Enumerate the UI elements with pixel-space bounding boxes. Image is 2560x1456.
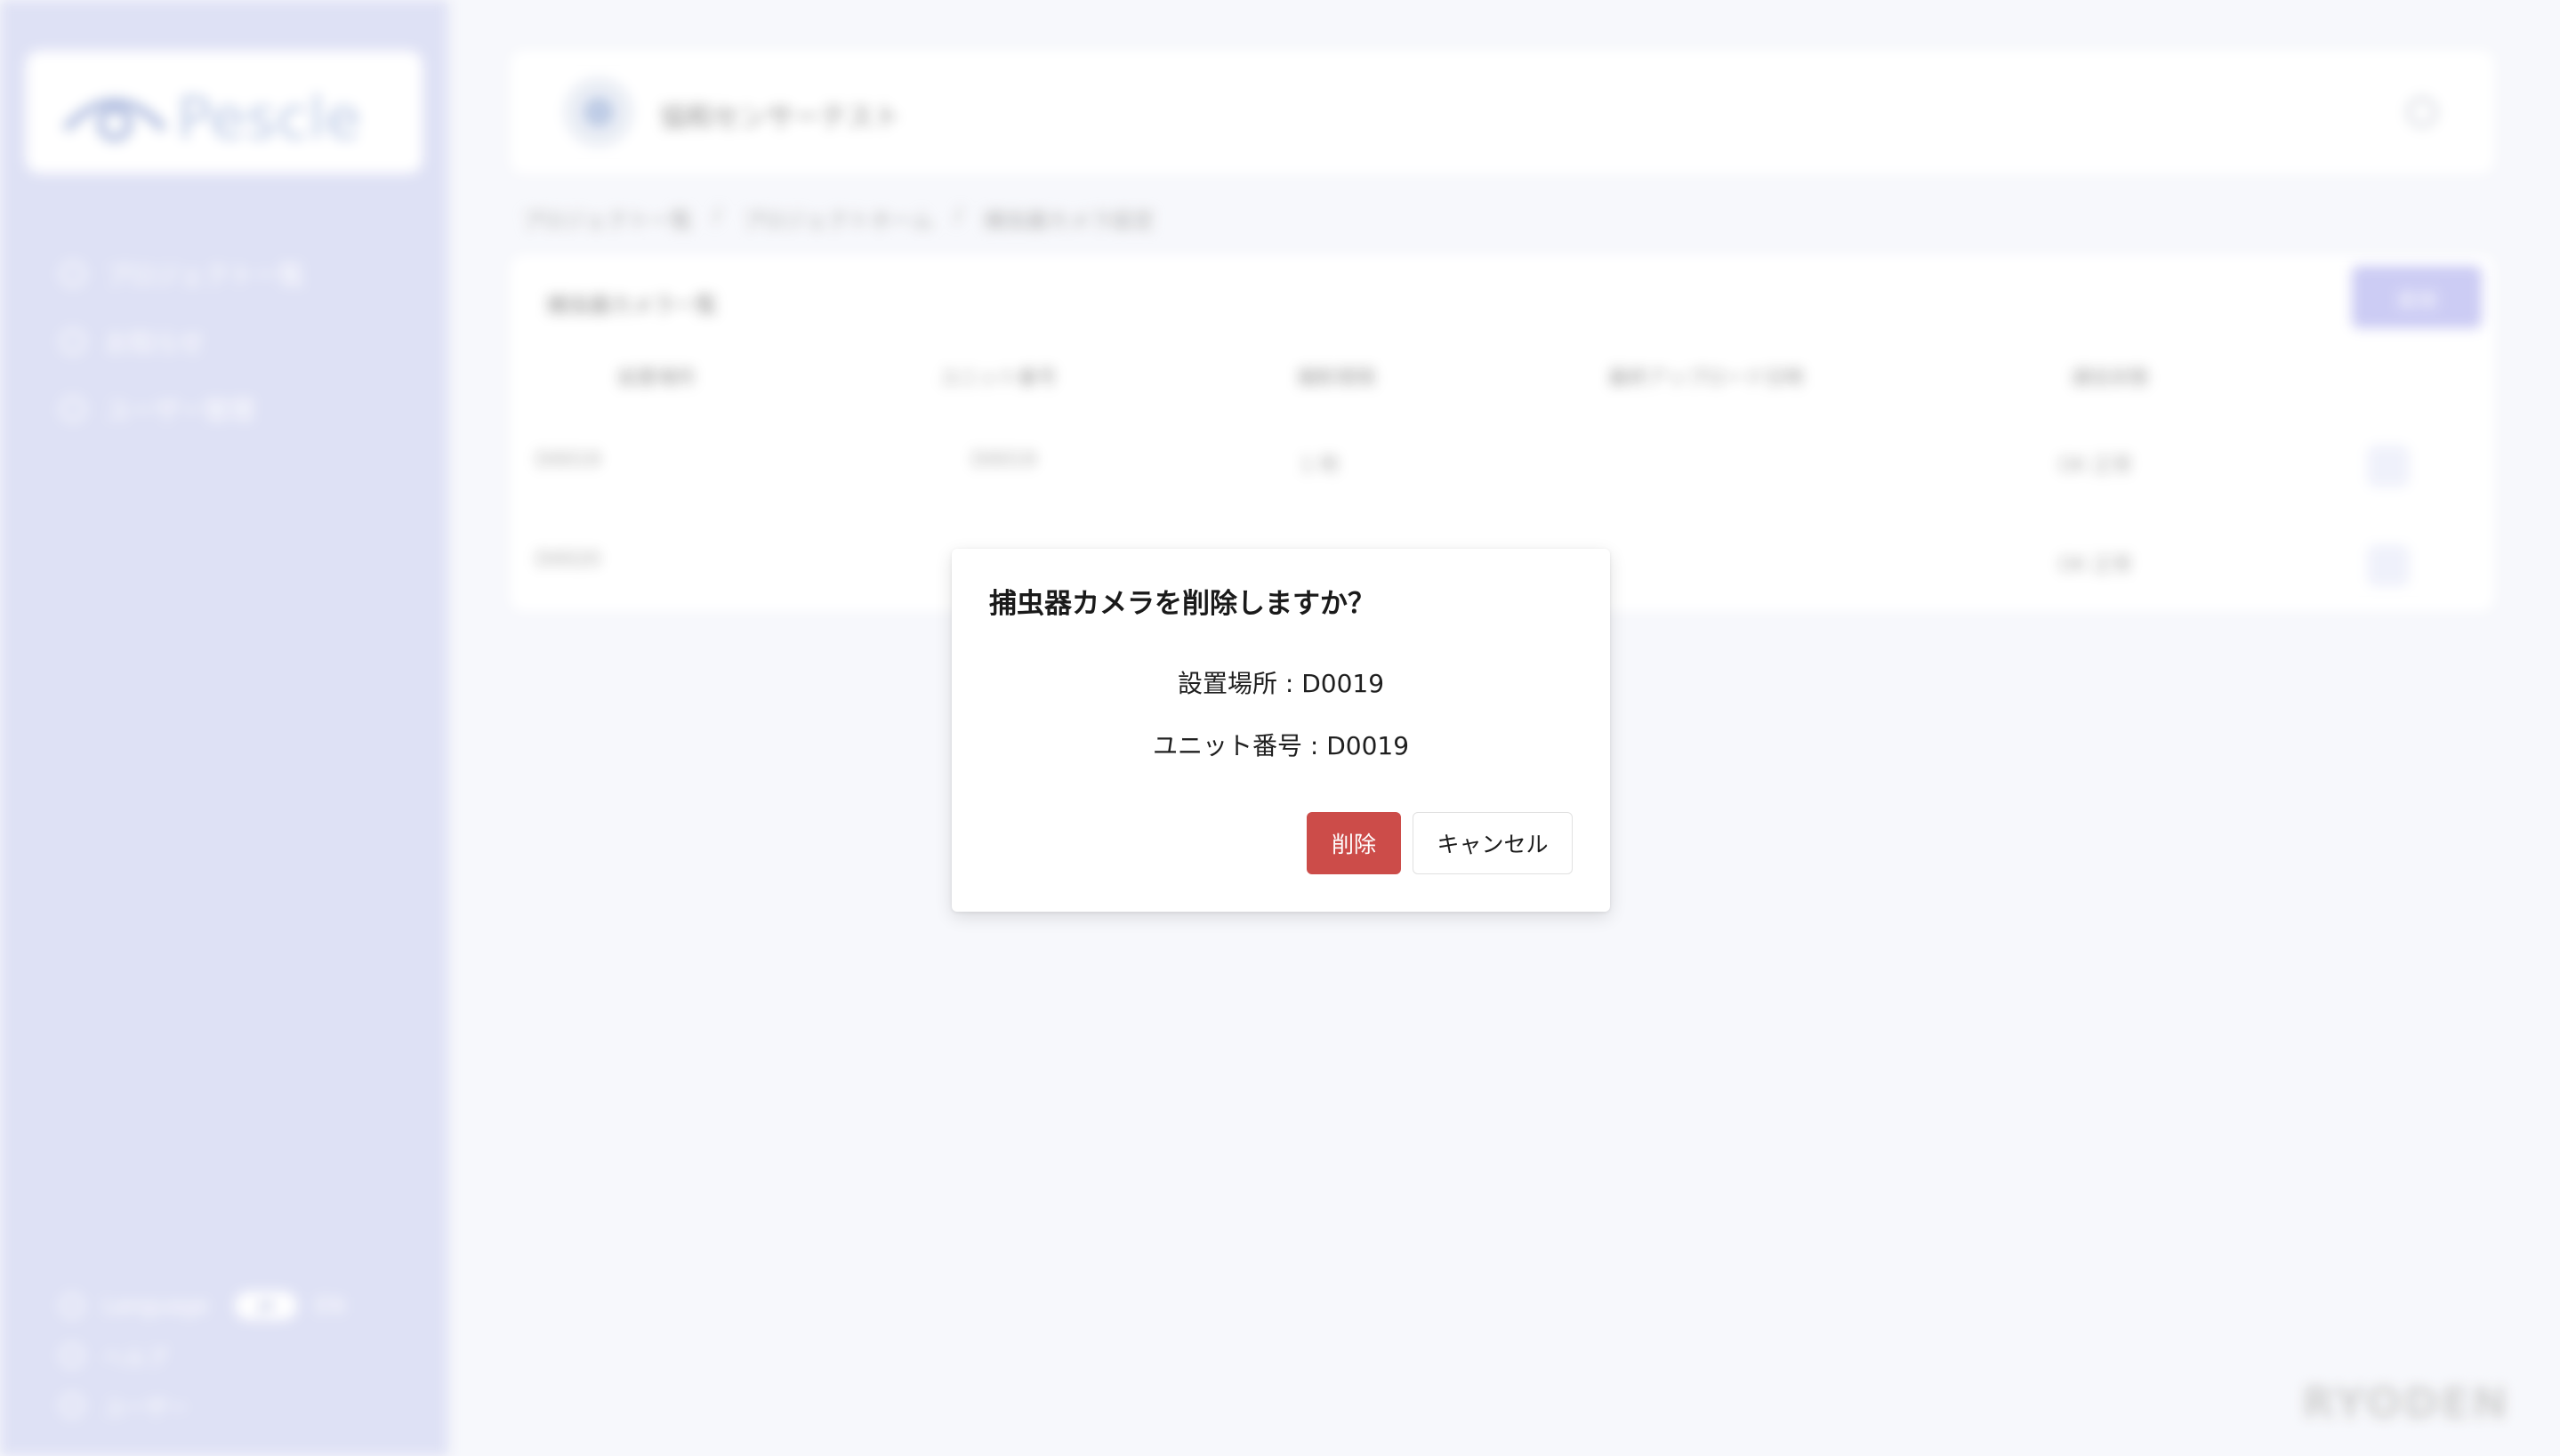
cancel-button[interactable]: キャンセル: [1413, 812, 1573, 874]
dialog-unit-line: ユニット番号 : D0019: [1152, 731, 1410, 760]
dialog-location-line: 設置場所 : D0019: [1177, 669, 1385, 698]
delete-confirm-dialog: 捕虫器カメラを削除しますか？ 設置場所 : D0019 ユニット番号 : D00…: [952, 549, 1610, 912]
dialog-title: 捕虫器カメラを削除しますか？: [989, 588, 1375, 620]
delete-button[interactable]: 削除: [1307, 812, 1401, 874]
